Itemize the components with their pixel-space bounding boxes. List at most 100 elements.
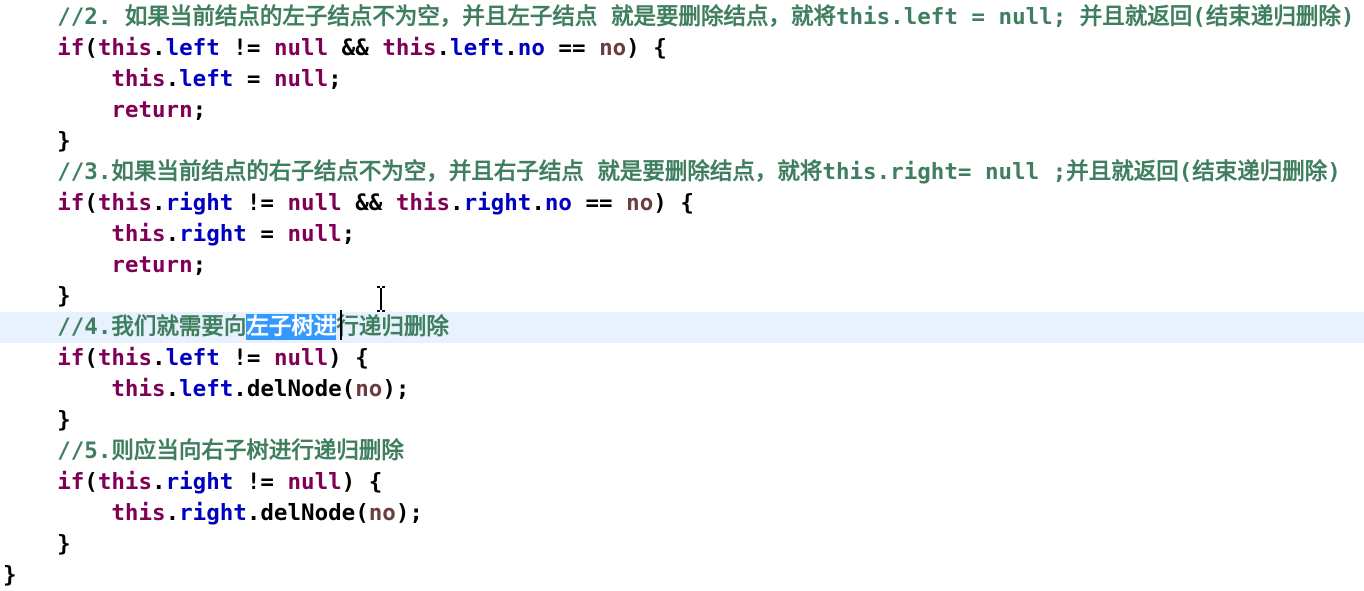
code-token: } — [3, 562, 17, 588]
code-token: && — [328, 35, 383, 61]
code-token: null — [273, 66, 329, 92]
code-line[interactable]: //3.如果当前结点的右子结点不为空，并且右子结点 就是要删除结点，就将this… — [0, 157, 1364, 188]
code-token: . — [531, 190, 545, 216]
code-line[interactable]: //5.则应当向右子树进行递归删除 — [0, 436, 1364, 467]
code-token: //3.如果当前结点的右子结点不为空，并且右子结点 就是要删除结点，就将this… — [57, 159, 1341, 185]
code-line[interactable]: this.left = null; — [0, 64, 1364, 95]
code-line[interactable]: this.left.delNode(no); — [0, 374, 1364, 405]
code-token: ( — [84, 190, 98, 216]
code-line[interactable]: //2. 如果当前结点的左子结点不为空，并且左子结点 就是要删除结点，就将thi… — [0, 2, 1364, 33]
code-token: ) { — [626, 35, 667, 61]
code-token: null — [287, 190, 342, 216]
code-token: . — [165, 221, 180, 247]
code-token: right — [165, 469, 234, 495]
code-line[interactable]: } — [0, 529, 1364, 560]
code-token: = — [233, 66, 274, 92]
code-token: //5.则应当向右子树进行递归删除 — [57, 438, 404, 464]
code-token: == — [544, 35, 600, 61]
code-token: return — [111, 97, 193, 123]
selected-text: 左子树进 — [246, 314, 337, 340]
code-token: ( — [84, 469, 98, 495]
code-token: this — [97, 345, 153, 371]
code-token: .delNode( — [233, 376, 356, 402]
code-token: null — [287, 469, 342, 495]
code-token: no — [599, 35, 627, 61]
code-token: ( — [84, 345, 98, 371]
code-token: = — [246, 221, 288, 247]
code-token: right — [179, 500, 247, 526]
code-token: no — [355, 376, 383, 402]
code-token: } — [3, 283, 71, 309]
code-token: 行递归删除 — [336, 314, 449, 340]
code-token: . — [165, 376, 180, 402]
code-line[interactable]: } — [0, 405, 1364, 436]
code-line[interactable]: return; — [0, 250, 1364, 281]
code-token: ; — [192, 252, 207, 278]
code-token: null — [273, 345, 329, 371]
code-token: == — [571, 190, 627, 216]
code-line[interactable]: if(this.left != null) { — [0, 343, 1364, 374]
code-token: this — [382, 35, 437, 61]
code-token: if — [57, 35, 85, 61]
code-token: . — [504, 35, 518, 61]
code-token: ); — [395, 500, 423, 526]
code-token: no — [544, 190, 572, 216]
code-token: . — [165, 66, 180, 92]
code-token: this — [111, 376, 166, 402]
code-token: null — [273, 35, 329, 61]
code-token: . — [152, 345, 166, 371]
code-token: ) { — [341, 469, 383, 495]
code-line[interactable]: return; — [0, 95, 1364, 126]
code-token: no — [517, 35, 545, 61]
code-token: this — [395, 190, 451, 216]
code-token: != — [219, 345, 274, 371]
code-token: null — [287, 221, 342, 247]
code-line[interactable]: this.right.delNode(no); — [0, 498, 1364, 529]
current-code-line[interactable]: //4.我们就需要向左子树进行递归删除 — [0, 312, 1364, 343]
code-token: . — [152, 469, 166, 495]
code-token: ) { — [653, 190, 694, 216]
code-line[interactable]: } — [0, 126, 1364, 157]
code-token: ); — [382, 376, 410, 402]
code-token: } — [3, 128, 71, 154]
code-line[interactable]: if(this.left != null && this.left.no == … — [0, 33, 1364, 64]
code-token: . — [152, 190, 166, 216]
code-token: . — [436, 35, 451, 61]
code-token: } — [3, 531, 71, 557]
code-token: this — [111, 221, 166, 247]
code-token: right — [179, 221, 247, 247]
code-token: if — [57, 469, 85, 495]
code-token: ( — [84, 35, 98, 61]
code-token: && — [341, 190, 396, 216]
code-editor[interactable]: //2. 如果当前结点的左子结点不为空，并且左子结点 就是要删除结点，就将thi… — [0, 0, 1364, 591]
code-token: != — [233, 190, 288, 216]
code-token: //4.我们就需要向 — [57, 314, 247, 340]
code-line[interactable]: } — [0, 560, 1364, 591]
code-line[interactable]: if(this.right != null) { — [0, 467, 1364, 498]
code-token: return — [111, 252, 193, 278]
code-token: . — [152, 35, 166, 61]
code-token: . — [450, 190, 464, 216]
code-token: this — [97, 469, 153, 495]
code-token: right — [463, 190, 532, 216]
code-line[interactable]: } — [0, 281, 1364, 312]
code-token: left — [165, 35, 220, 61]
code-token: ; — [328, 66, 342, 92]
code-line[interactable]: this.right = null; — [0, 219, 1364, 250]
code-token: ) { — [328, 345, 369, 371]
code-line[interactable]: if(this.right != null && this.right.no =… — [0, 188, 1364, 219]
code-token: != — [233, 469, 288, 495]
